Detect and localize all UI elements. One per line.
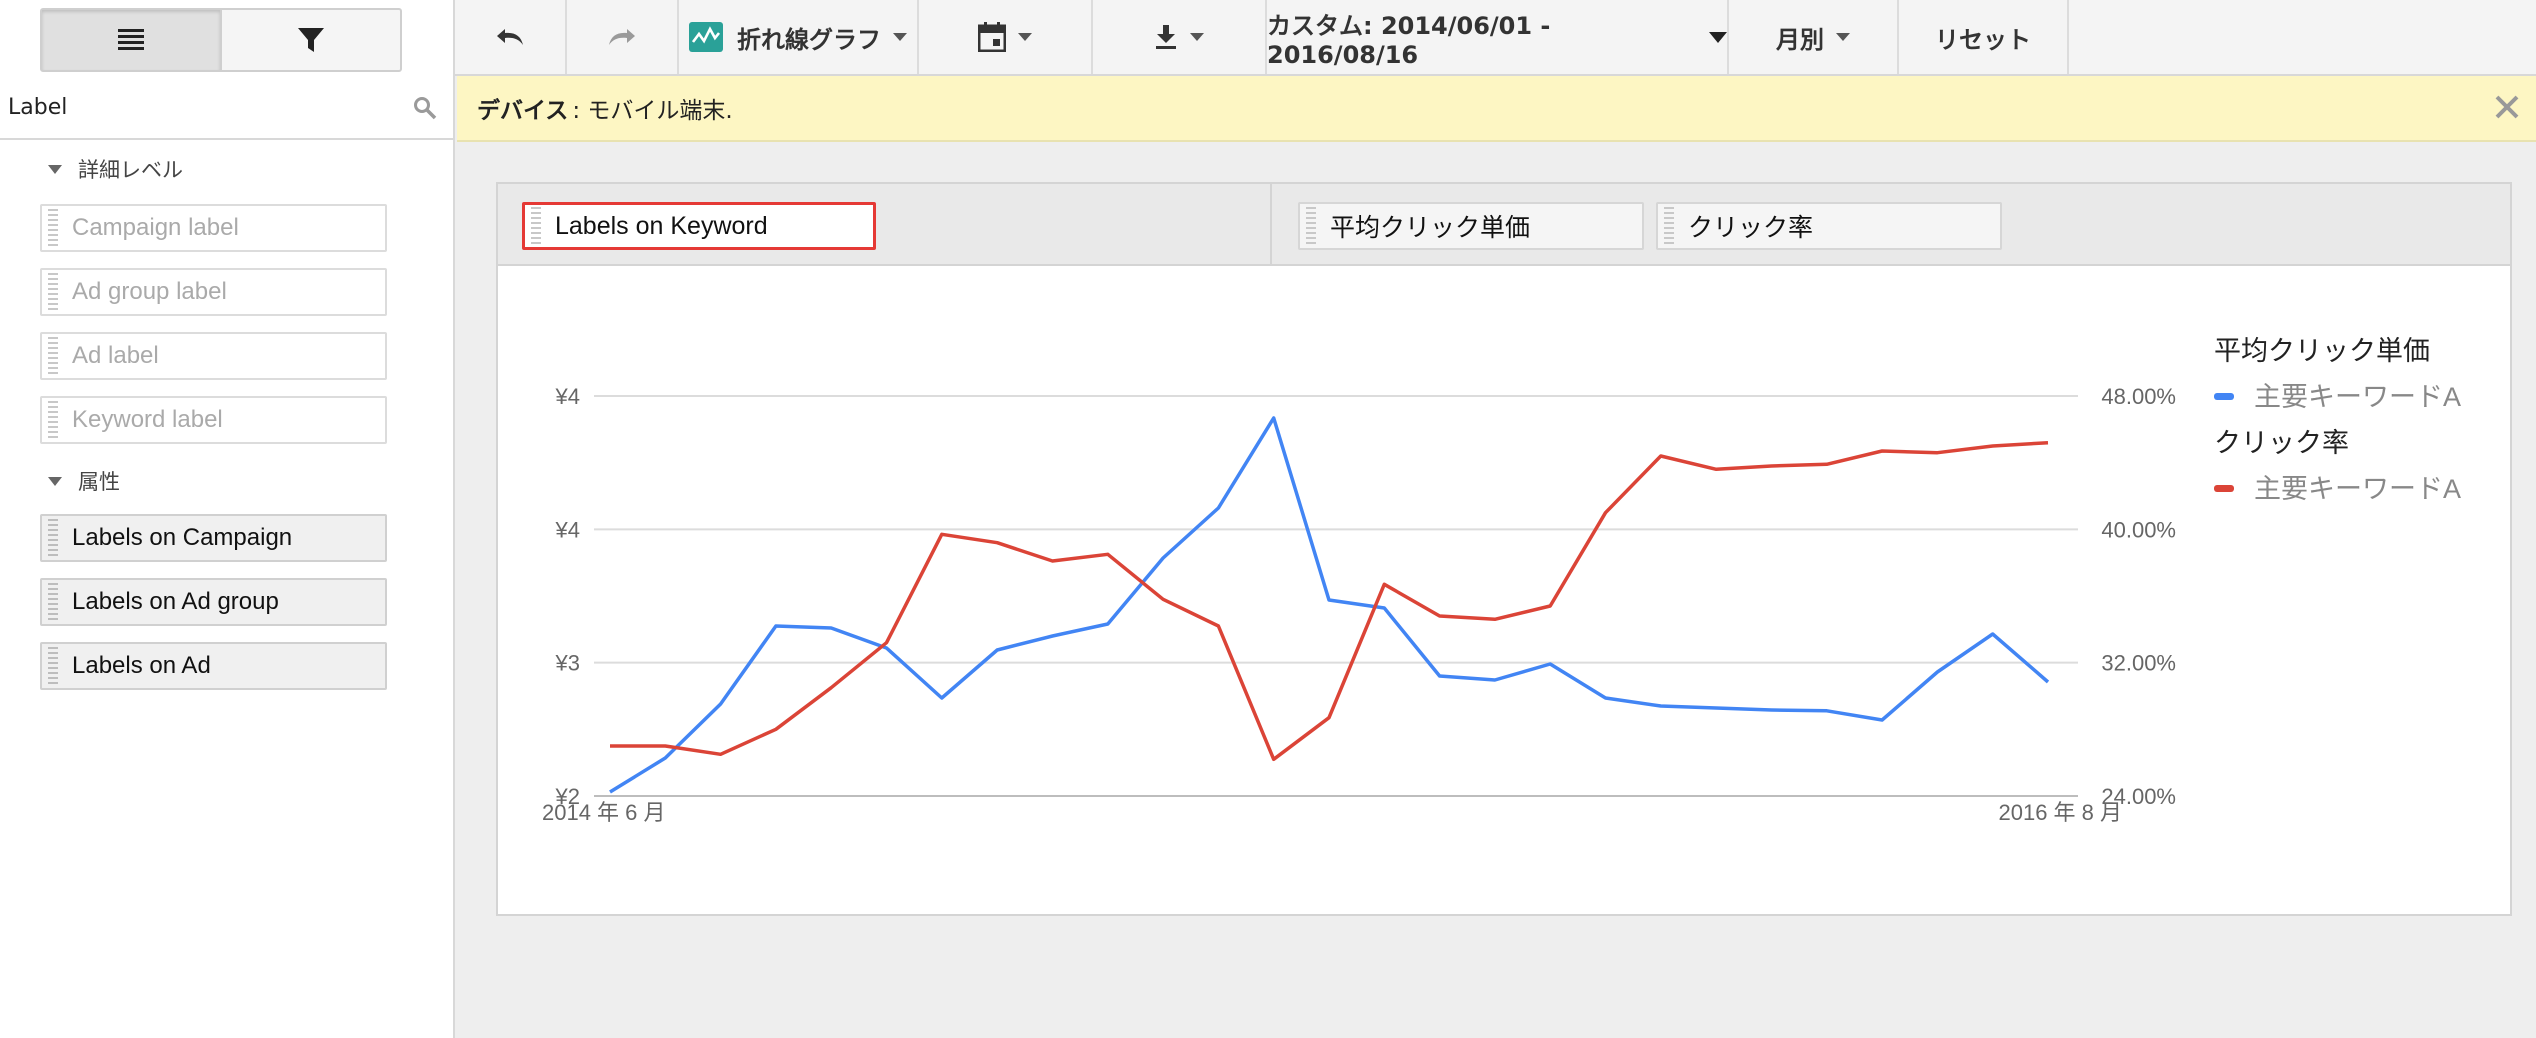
drop-zone-divider — [1270, 184, 1272, 264]
field-labels-on-ad-group[interactable]: Labels on Ad group — [40, 578, 387, 626]
drag-grip-icon — [48, 583, 58, 621]
drag-grip-icon — [531, 207, 541, 245]
field-label: Keyword label — [72, 406, 223, 433]
chart-drop-zones: Labels on Keyword 平均クリック単価 クリック率 — [498, 184, 2510, 266]
legend-title: クリック率 — [2214, 428, 2349, 458]
filter-button[interactable] — [220, 10, 400, 70]
field-label: Labels on Ad — [72, 652, 211, 679]
left-axis-tick-label: ¥4 — [555, 517, 580, 542]
section-attributes-label: 属性 — [78, 470, 120, 494]
redo-button[interactable] — [567, 0, 679, 74]
notice-key: デバイス — [477, 98, 569, 124]
date-range-label: カスタム: 2014/06/01 - 2016/08/16 — [1267, 11, 1551, 69]
drag-grip-icon — [48, 337, 58, 375]
chevron-down-icon — [1836, 33, 1850, 41]
legend-entry: 主要キーワードA — [2254, 382, 2461, 412]
date-range-dropdown[interactable]: カスタム: 2014/06/01 - 2016/08/16 — [1267, 0, 1729, 74]
legend-entry: 主要キーワードA — [2254, 474, 2461, 504]
section-attributes[interactable]: 属性 — [48, 466, 120, 496]
left-axis-tick-label: ¥3 — [555, 651, 580, 676]
reset-button[interactable]: リセット — [1899, 0, 2069, 74]
legend-swatch — [2214, 485, 2234, 492]
notice-value: : モバイル端末. — [572, 98, 733, 124]
line-chart-icon — [689, 22, 723, 52]
field-labels-on-ad[interactable]: Labels on Ad — [40, 642, 387, 690]
section-detail-label: 詳細レベル — [78, 158, 183, 182]
right-axis-tick-label: 40.00% — [2101, 517, 2176, 542]
download-icon — [1156, 25, 1176, 49]
field-label: Labels on Campaign — [72, 524, 293, 551]
chevron-down-icon — [1018, 33, 1032, 41]
drag-grip-icon — [48, 209, 58, 247]
undo-button[interactable] — [455, 0, 567, 74]
metric-chip-label: クリック率 — [1688, 214, 1814, 242]
chevron-down-icon — [893, 33, 907, 41]
chart-legend: 平均クリック単価主要キーワードAクリック率主要キーワードA — [2214, 336, 2461, 504]
chevron-down-icon — [1190, 33, 1204, 41]
undo-icon — [497, 29, 523, 45]
left-axis-tick-label: ¥4 — [555, 384, 580, 409]
redo-icon — [609, 29, 635, 45]
granularity-dropdown[interactable]: 月別 — [1729, 0, 1899, 74]
list-view-button[interactable] — [42, 10, 220, 70]
collapse-triangle-icon — [48, 476, 62, 486]
drag-grip-icon — [1306, 207, 1316, 245]
dimension-chip-labels-on-keyword[interactable]: Labels on Keyword — [522, 202, 876, 250]
legend-swatch — [2214, 393, 2234, 400]
chart-panel: Labels on Keyword 平均クリック単価 クリック率 ¥4 ¥4 ¥3 ¥… — [496, 182, 2512, 916]
right-axis-tick-label: 48.00% — [2101, 384, 2176, 409]
drag-grip-icon — [1664, 207, 1674, 245]
download-dropdown[interactable] — [1093, 0, 1267, 74]
metric-chip-ctr[interactable]: クリック率 — [1656, 202, 2002, 250]
right-axis-tick-label: 32.00% — [2101, 651, 2176, 676]
chart-type-dropdown[interactable]: 折れ線グラフ — [679, 0, 919, 74]
calendar-icon — [978, 22, 1006, 52]
metric-chip-avg-cpc[interactable]: 平均クリック単価 — [1298, 202, 1644, 250]
field-campaign-label[interactable]: Campaign label — [40, 204, 387, 252]
collapse-triangle-icon — [48, 164, 62, 174]
field-labels-on-campaign[interactable]: Labels on Campaign — [40, 514, 387, 562]
drag-grip-icon — [48, 273, 58, 311]
search-input[interactable] — [0, 76, 453, 138]
drag-grip-icon — [48, 647, 58, 685]
dimension-chip-label: Labels on Keyword — [555, 211, 768, 240]
filter-icon — [298, 28, 324, 52]
series-line-avg-cpc — [609, 416, 2050, 794]
reset-label: リセット — [1935, 25, 2031, 54]
filter-notice: デバイス : モバイル端末. — [457, 76, 2536, 142]
section-detail-level[interactable]: 詳細レベル — [48, 154, 183, 184]
chevron-down-icon — [1709, 31, 1727, 43]
field-label: Labels on Ad group — [72, 588, 279, 615]
drag-grip-icon — [48, 401, 58, 439]
x-axis-start-label: 2014 年 6 月 — [542, 800, 666, 825]
chart-type-label: 折れ線グラフ — [737, 25, 881, 54]
field-ad-label[interactable]: Ad label — [40, 332, 387, 380]
field-label: Campaign label — [72, 214, 239, 241]
field-label: Ad group label — [72, 278, 227, 305]
field-ad-group-label[interactable]: Ad group label — [40, 268, 387, 316]
panel-mode-toggle — [40, 8, 402, 72]
drag-grip-icon — [48, 519, 58, 557]
close-icon[interactable] — [2494, 94, 2520, 120]
field-keyword-label[interactable]: Keyword label — [40, 396, 387, 444]
search-icon[interactable] — [413, 96, 437, 120]
list-icon — [118, 29, 144, 50]
granularity-label: 月別 — [1776, 25, 1824, 54]
legend-title: 平均クリック単価 — [2214, 336, 2430, 366]
line-chart: ¥4¥4¥3¥2 48.00%40.00%32.00%24.00% 2014 年… — [542, 336, 2461, 825]
calendar-dropdown[interactable] — [919, 0, 1093, 74]
field-label: Ad label — [72, 342, 159, 369]
toolbar: 折れ線グラフ カスタム: 2014/06/01 - 2016/08/16 月別 … — [455, 0, 2536, 76]
field-panel: 詳細レベル Campaign label Ad group label Ad l… — [0, 0, 455, 1038]
metric-chip-label: 平均クリック単価 — [1330, 214, 1531, 242]
x-axis-end-label: 2016 年 8 月 — [1998, 800, 2122, 825]
app-root: 詳細レベル Campaign label Ad group label Ad l… — [0, 0, 2536, 1038]
field-search — [0, 76, 453, 140]
